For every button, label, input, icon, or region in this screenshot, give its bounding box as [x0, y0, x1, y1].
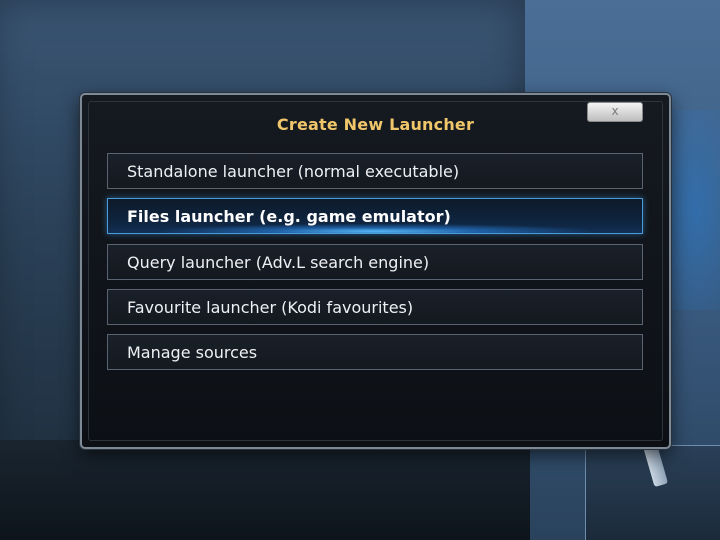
close-icon: x: [611, 104, 619, 118]
screen: Create New Launcher x Standalone launche…: [0, 0, 720, 540]
menu-item-label: Standalone launcher (normal executable): [127, 162, 460, 181]
menu-item-standalone-launcher[interactable]: Standalone launcher (normal executable): [107, 153, 643, 189]
background-bottom-strip: [0, 440, 530, 540]
menu-item-files-launcher[interactable]: Files launcher (e.g. game emulator): [107, 198, 643, 234]
menu-item-label: Files launcher (e.g. game emulator): [127, 207, 451, 226]
menu-item-manage-sources[interactable]: Manage sources: [107, 334, 643, 370]
menu-item-label: Manage sources: [127, 343, 258, 362]
create-launcher-dialog: Create New Launcher x Standalone launche…: [80, 93, 671, 449]
menu-item-query-launcher[interactable]: Query launcher (Adv.L search engine): [107, 244, 643, 280]
close-button[interactable]: x: [587, 102, 643, 122]
menu-item-label: Favourite launcher (Kodi favourites): [127, 298, 414, 317]
menu-item-label: Query launcher (Adv.L search engine): [127, 253, 430, 272]
menu-item-favourite-launcher[interactable]: Favourite launcher (Kodi favourites): [107, 289, 643, 325]
dialog-title: Create New Launcher: [276, 115, 475, 134]
